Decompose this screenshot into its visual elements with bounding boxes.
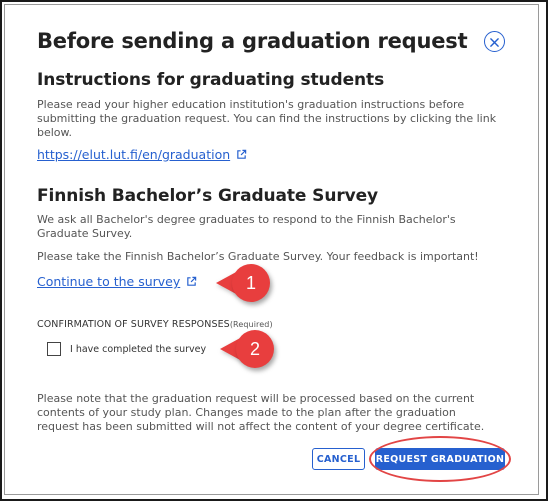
external-link-icon	[236, 149, 247, 160]
survey-link[interactable]: Continue to the survey	[37, 274, 197, 289]
cancel-button[interactable]: CANCEL	[312, 448, 365, 470]
badge-number: 1	[232, 264, 270, 302]
badge-number: 2	[236, 330, 274, 368]
dialog-title: Before sending a graduation request	[37, 29, 468, 53]
survey-completed-checkbox-row[interactable]: I have completed the survey	[47, 342, 206, 356]
close-button[interactable]	[484, 31, 505, 52]
required-indicator: (Required)	[229, 320, 273, 329]
instructions-link-label[interactable]: https://elut.lut.fi/en/graduation	[37, 147, 230, 162]
close-icon	[490, 32, 499, 51]
confirmation-label-text: CONFIRMATION OF SURVEY RESPONSES	[37, 319, 230, 330]
survey-text-2: Please take the Finnish Bachelor’s Gradu…	[37, 250, 479, 263]
request-graduation-button[interactable]: REQUEST GRADUATION	[375, 448, 505, 470]
annotation-badge-1: 1	[216, 264, 270, 302]
external-link-icon	[186, 276, 197, 287]
annotation-badge-2: 2	[220, 330, 274, 368]
note-text: Please note that the graduation request …	[37, 392, 485, 433]
instructions-link[interactable]: https://elut.lut.fi/en/graduation	[37, 147, 247, 162]
survey-completed-checkbox[interactable]	[47, 342, 61, 356]
survey-completed-label[interactable]: I have completed the survey	[70, 344, 206, 355]
instructions-heading: Instructions for graduating students	[37, 70, 385, 90]
instructions-text: Please read your higher education instit…	[37, 98, 497, 139]
survey-link-label[interactable]: Continue to the survey	[37, 274, 180, 289]
survey-heading: Finnish Bachelor’s Graduate Survey	[37, 186, 378, 206]
confirmation-label: CONFIRMATION OF SURVEY RESPONSES(Require…	[37, 319, 273, 330]
survey-text-1: We ask all Bachelor's degree graduates t…	[37, 213, 456, 240]
